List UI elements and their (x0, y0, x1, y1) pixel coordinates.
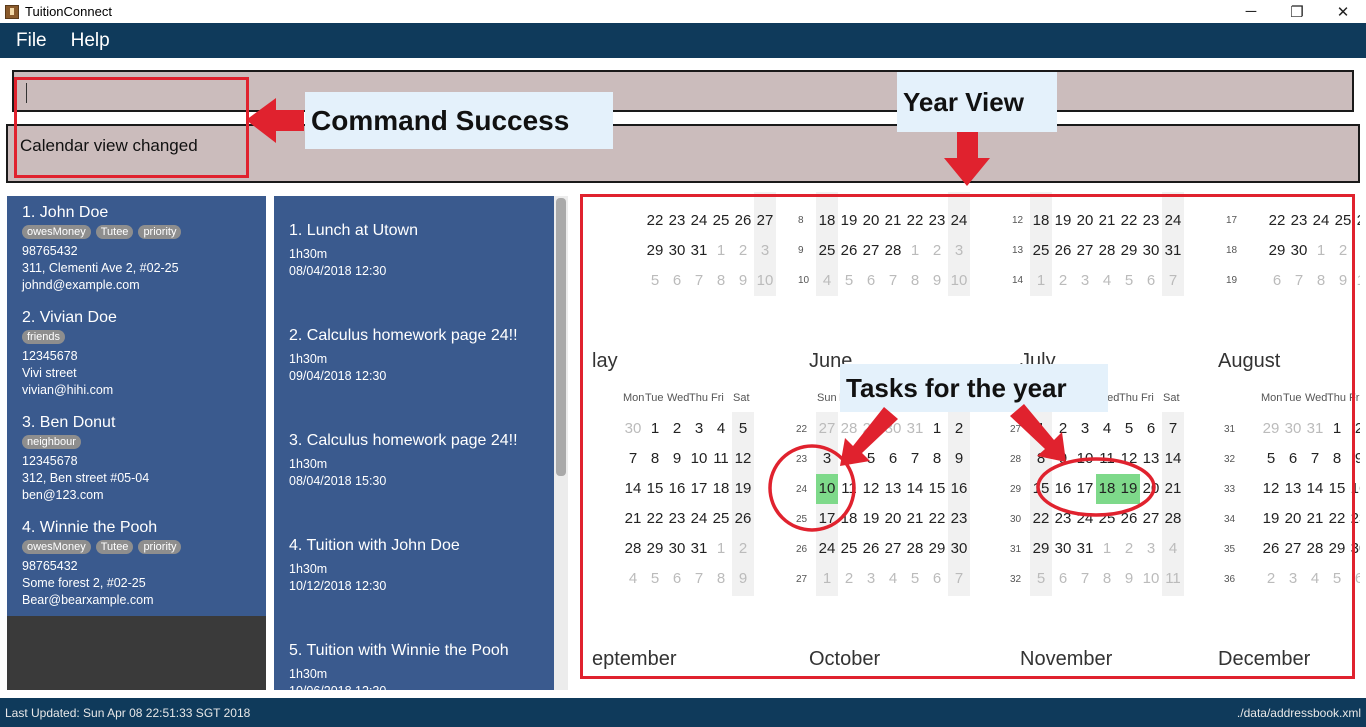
tasks-for-year-callout: Tasks for the year (840, 364, 1108, 412)
menu-file[interactable]: File (8, 30, 55, 52)
last-updated: Last Updated: Sun Apr 08 22:51:33 SGT 20… (5, 706, 251, 720)
task-name: 4. Tuition with John Doe (289, 537, 460, 554)
task-card[interactable]: 4. Tuition with John Doe 1h30m 10/12/2018 … (274, 511, 568, 616)
person-address: 312, Ben street #05-04 (22, 471, 150, 485)
person-phone: 12345678 (22, 454, 78, 468)
person-phone: 98765432 (22, 244, 78, 258)
person-list-panel[interactable]: 1. John Doe owesMoney Tutee priority 9876543… (7, 196, 266, 690)
task-name: 1. Lunch at Utown (289, 222, 418, 239)
person-tag: friends (22, 330, 66, 344)
task-card[interactable]: 1. Lunch at Utown 1h30m 08/04/2018 12:30 (274, 196, 568, 301)
status-bar: Last Updated: Sun Apr 08 22:51:33 SGT 20… (0, 698, 1366, 727)
person-tag: Tutee (95, 540, 134, 554)
person-card[interactable]: 2. Vivian Doe friends 12345678 Vivi street v… (7, 301, 266, 406)
person-name: 1. John Doe (22, 204, 109, 221)
task-duration: 1h30m (289, 667, 328, 681)
person-tags: owesMoney Tutee priority (22, 540, 251, 554)
person-name: 3. Ben Donut (22, 414, 116, 431)
person-tags: friends (22, 330, 251, 344)
person-tag: priority (138, 225, 182, 239)
maximize-icon[interactable]: ❐ (1274, 0, 1320, 23)
person-address: 311, Clementi Ave 2, #02-25 (22, 261, 179, 275)
task-list-panel[interactable]: 1. Lunch at Utown 1h30m 08/04/2018 12:30 2.… (274, 196, 568, 690)
person-tag: neighbour (22, 435, 81, 449)
year-view-label: Year View (903, 86, 1024, 117)
person-address: Vivi street (22, 366, 77, 380)
person-tags: neighbour (22, 435, 251, 449)
person-address: Some forest 2, #02-25 (22, 576, 146, 590)
task-duration: 1h30m (289, 352, 328, 366)
task-datetime: 10/06/2018 12:30 (289, 683, 553, 690)
person-card[interactable]: 1. John Doe owesMoney Tutee priority 9876543… (7, 196, 266, 301)
person-email: Bear@bearxample.com (22, 593, 154, 607)
person-email: johnd@example.com (22, 278, 140, 292)
person-tag: Tutee (95, 225, 134, 239)
year-view-callout: Year View (897, 72, 1057, 132)
close-icon[interactable]: ✕ (1320, 0, 1366, 23)
person-tags: owesMoney Tutee priority (22, 225, 251, 239)
person-name: 4. Winnie the Pooh (22, 519, 158, 536)
person-email: ben@123.com (22, 488, 104, 502)
task-datetime: 09/04/2018 12:30 (289, 369, 387, 383)
menu-help[interactable]: Help (63, 30, 118, 52)
app-icon (5, 4, 19, 19)
person-card[interactable]: 3. Ben Donut neighbour 12345678 312, Ben st… (7, 406, 266, 511)
tasks-for-year-label: Tasks for the year (846, 372, 1067, 403)
person-phone: 98765432 (22, 559, 78, 573)
task-name: 2. Calculus homework page 24!! (289, 327, 518, 344)
task-datetime: 08/04/2018 15:30 (289, 474, 387, 488)
task-list-scrollbar[interactable] (554, 196, 568, 690)
task-duration: 1h30m (289, 247, 328, 261)
storage-path: ./data/addressbook.xml (1236, 706, 1361, 720)
menu-bar: File Help (0, 23, 1366, 58)
person-tag: priority (138, 540, 182, 554)
command-success-callout: Command Success (305, 92, 613, 149)
task-datetime: 08/04/2018 12:30 (289, 264, 387, 278)
task-name: 3. Calculus homework page 24!! (289, 432, 518, 449)
person-phone: 12345678 (22, 349, 78, 363)
window-title: TuitionConnect (25, 4, 112, 19)
window-controls: ─ ❐ ✕ (1228, 0, 1366, 23)
task-duration: 1h30m (289, 457, 328, 471)
person-tag: owesMoney (22, 540, 91, 554)
command-success-label: Command Success (311, 104, 570, 136)
task-card[interactable]: 2. Calculus homework page 24!! 1h30m 09/04… (274, 301, 568, 406)
task-card[interactable]: 3. Calculus homework page 24!! 1h30m 08/04… (274, 406, 568, 511)
title-bar: TuitionConnect ─ ❐ ✕ (0, 0, 1366, 23)
task-name: 5. Tuition with Winnie the Pooh (289, 642, 509, 659)
person-card[interactable]: 4. Winnie the Pooh owesMoney Tutee priority… (7, 511, 266, 616)
annotation-box-calendar (580, 194, 1355, 679)
annotation-box-command (14, 77, 249, 178)
task-duration: 1h30m (289, 562, 328, 576)
person-tag: owesMoney (22, 225, 91, 239)
person-name: 2. Vivian Doe (22, 309, 117, 326)
person-email: vivian@hihi.com (22, 383, 114, 397)
minimize-icon[interactable]: ─ (1228, 0, 1274, 23)
task-card[interactable]: 5. Tuition with Winnie the Pooh 1h30m 10/0… (274, 616, 568, 690)
scrollbar-thumb[interactable] (556, 198, 566, 476)
task-datetime: 10/12/2018 12:30 (289, 579, 387, 593)
